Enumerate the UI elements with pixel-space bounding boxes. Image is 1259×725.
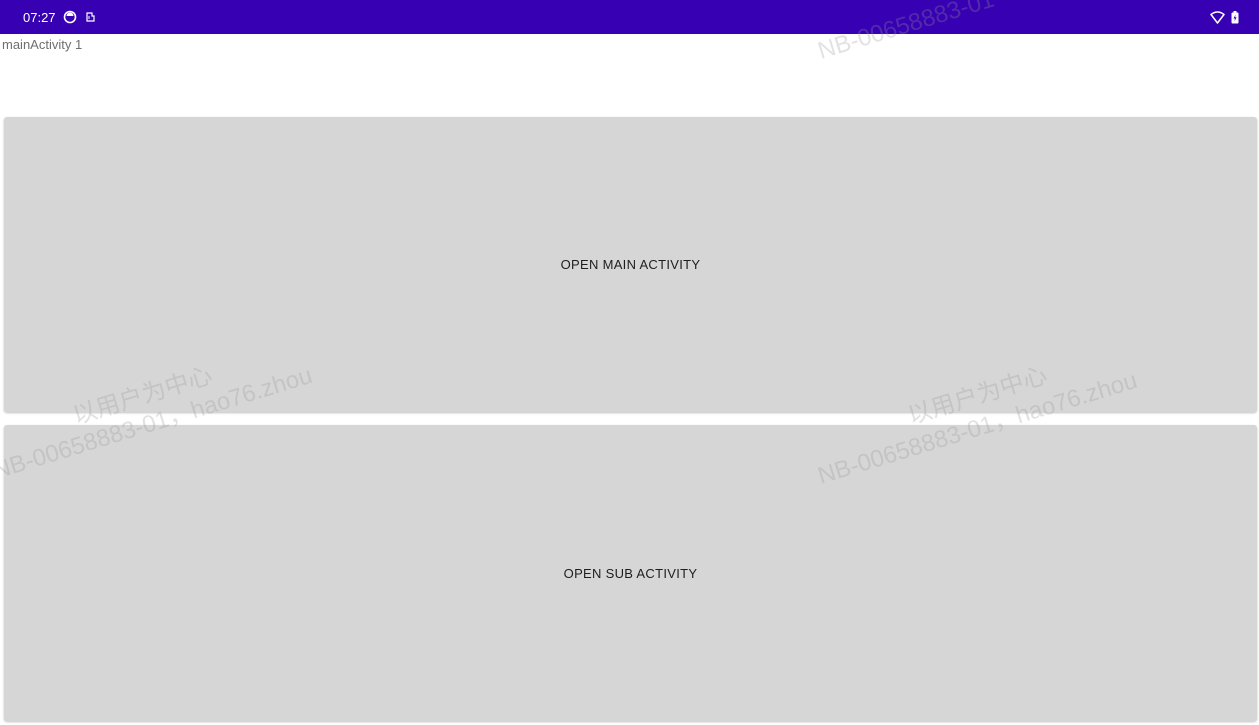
sync-circle-icon [63, 10, 77, 24]
battery-icon [1231, 10, 1239, 24]
status-bar-left: 07:27 [23, 10, 96, 25]
status-bar: 07:27 [0, 0, 1259, 34]
activity-label: mainActivity 1 [2, 37, 83, 52]
status-time: 07:27 [23, 9, 56, 25]
sd-card-icon [84, 11, 96, 23]
wifi-icon [1210, 10, 1225, 24]
open-main-activity-button[interactable]: OPEN MAIN ACTIVITY [4, 117, 1257, 412]
open-sub-activity-button[interactable]: OPEN SUB ACTIVITY [4, 425, 1257, 721]
status-bar-right [1210, 10, 1239, 24]
